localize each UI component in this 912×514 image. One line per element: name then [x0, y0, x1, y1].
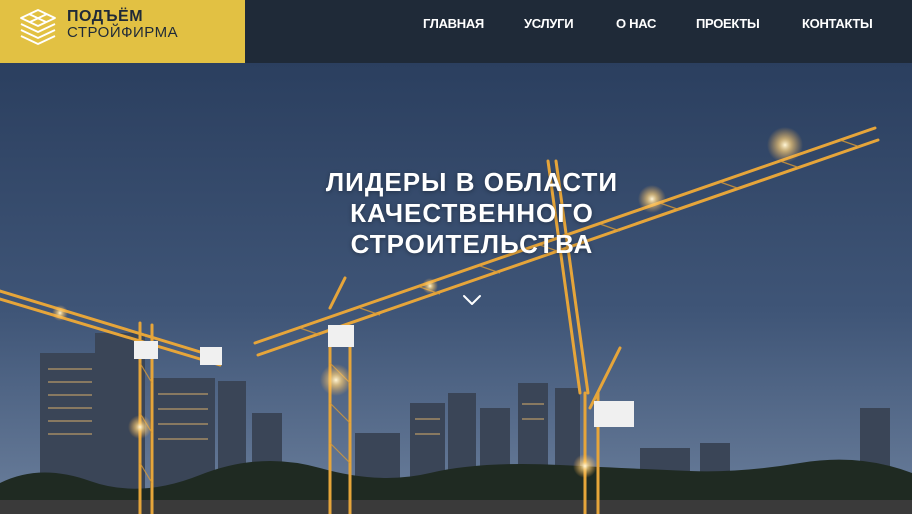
nav-item-services[interactable]: УСЛУГИ	[524, 16, 574, 31]
hero-title-line-1: ЛИДЕРЫ В ОБЛАСТИ	[325, 167, 619, 197]
logo-subtitle: СТРОЙФИРМА	[67, 24, 179, 41]
logo[interactable]: ПОДЪЁМ СТРОЙФИРМА	[0, 0, 245, 63]
hero-background-image	[0, 63, 912, 514]
logo-title: ПОДЪЁМ	[67, 8, 144, 25]
chevron-down-icon[interactable]	[462, 294, 482, 306]
site-header: ПОДЪЁМ СТРОЙФИРМА ГЛАВНАЯ УСЛУГИ О НАС П…	[0, 0, 912, 63]
nav-item-about[interactable]: О НАС	[616, 16, 656, 31]
hero-title-line-2: КАЧЕСТВЕННОГО	[350, 198, 594, 228]
main-nav: ГЛАВНАЯ УСЛУГИ О НАС ПРОЕКТЫ КОНТАКТЫ	[245, 0, 912, 50]
nav-item-projects[interactable]: ПРОЕКТЫ	[696, 16, 760, 31]
stacked-layers-icon	[20, 9, 56, 45]
nav-item-home[interactable]: ГЛАВНАЯ	[423, 16, 484, 31]
hero-title-line-3: СТРОИТЕЛЬСТВА	[350, 229, 594, 259]
hero-banner: ЛИДЕРЫ В ОБЛАСТИ КАЧЕСТВЕННОГО СТРОИТЕЛЬ…	[0, 63, 912, 514]
hero-title: ЛИДЕРЫ В ОБЛАСТИ КАЧЕСТВЕННОГО СТРОИТЕЛЬ…	[256, 167, 688, 260]
nav-item-contacts[interactable]: КОНТАКТЫ	[802, 16, 873, 31]
